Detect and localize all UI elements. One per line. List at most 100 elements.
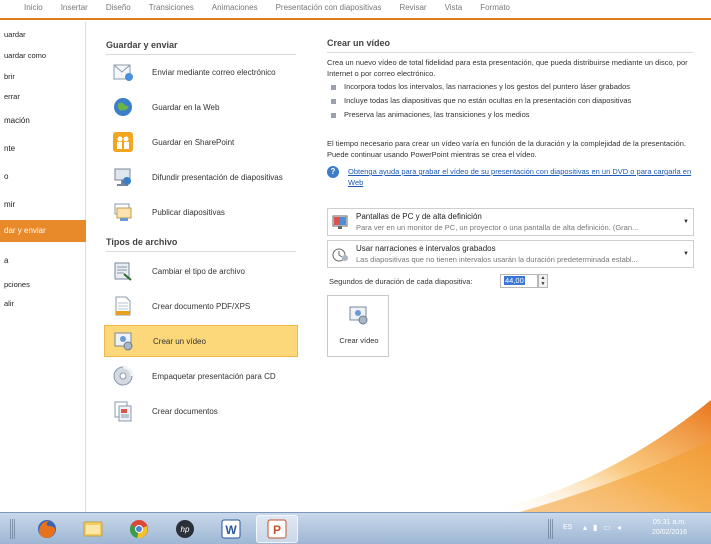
option-create-pdf[interactable]: Crear documento PDF/XPS — [104, 290, 298, 322]
option-label: Cambiar el tipo de archivo — [152, 266, 245, 276]
option-label: Crear un vídeo — [153, 336, 206, 346]
tab-insertar[interactable]: Insertar — [61, 3, 88, 12]
ribbon-tabs: Inicio Insertar Diseño Transiciones Anim… — [24, 3, 594, 12]
video-icon — [348, 304, 370, 326]
divider — [327, 52, 693, 53]
volume-icon[interactable]: ◂ — [617, 523, 621, 532]
menu-guardar-como[interactable]: uardar como — [0, 51, 86, 60]
taskbar: hp W P ES ▴ ▮ ▭ ◂ 05:31 a.m. 20/02/2016 — [0, 512, 711, 544]
tab-diseno[interactable]: Diseño — [106, 3, 131, 12]
svg-text:W: W — [225, 523, 237, 537]
battery-icon[interactable]: ▭ — [603, 523, 611, 532]
menu-ayuda[interactable]: a — [0, 256, 86, 265]
option-change-filetype[interactable]: Cambiar el tipo de archivo — [104, 255, 298, 287]
option-save-sharepoint[interactable]: Guardar en SharePoint — [104, 126, 298, 158]
menu-imprimir[interactable]: mir — [0, 200, 86, 209]
divider — [106, 54, 296, 55]
help-link-text[interactable]: Obtenga ayuda para grabar el vídeo de su… — [348, 166, 693, 188]
option-package-cd[interactable]: Empaquetar presentación para CD — [104, 360, 298, 392]
language-indicator[interactable]: ES — [563, 524, 572, 531]
section-title-guardar-enviar: Guardar y enviar — [106, 40, 178, 50]
bullet-item: Preserva las animaciones, las transicion… — [331, 110, 530, 119]
system-tray: ▴ ▮ ▭ ◂ — [583, 523, 621, 532]
chevron-down-icon: ▼ — [683, 219, 689, 225]
option-label: Difundir presentación de diapositivas — [152, 172, 283, 182]
menu-guardar-y-enviar[interactable]: dar y enviar — [0, 220, 86, 242]
tab-vista[interactable]: Vista — [445, 3, 463, 12]
menu-nuevo[interactable]: o — [0, 172, 86, 181]
firefox-icon[interactable] — [26, 515, 68, 543]
dropdown-title: Usar narraciones e intervalos grabados — [356, 244, 496, 253]
section-title-tipos-archivo: Tipos de archivo — [106, 237, 178, 247]
help-link[interactable]: ? Obtenga ayuda para grabar el vídeo de … — [327, 166, 693, 188]
monitor-icon — [332, 215, 350, 231]
option-create-video[interactable]: Crear un vídeo — [104, 325, 298, 357]
chrome-icon[interactable] — [118, 515, 160, 543]
clock-time: 05:31 a.m. — [652, 519, 687, 526]
option-label: Crear documentos — [152, 406, 218, 416]
duration-spinner[interactable]: ▲ ▼ — [538, 274, 548, 288]
cd-icon — [110, 363, 136, 389]
word-icon[interactable]: W — [210, 515, 252, 543]
network-signal-icon[interactable]: ▮ — [593, 523, 597, 532]
menu-reciente[interactable]: nte — [0, 144, 86, 153]
option-label: Enviar mediante correo electrónico — [152, 67, 276, 77]
tab-revisar[interactable]: Revisar — [399, 3, 426, 12]
option-label: Publicar diapositivas — [152, 207, 225, 217]
chevron-up-icon[interactable]: ▴ — [583, 523, 587, 532]
divider — [106, 251, 296, 252]
tab-inicio[interactable]: Inicio — [24, 3, 43, 12]
change-filetype-icon — [110, 258, 136, 284]
option-send-email[interactable]: Enviar mediante correo electrónico — [104, 56, 298, 88]
create-video-button[interactable]: Crear vídeo — [327, 295, 389, 357]
menu-guardar[interactable]: uardar — [0, 30, 86, 39]
clock-date: 20/02/2016 — [652, 529, 688, 536]
panel-title: Crear un vídeo — [327, 38, 391, 48]
tab-transiciones[interactable]: Transiciones — [149, 3, 194, 12]
chevron-down-icon: ▼ — [683, 251, 689, 257]
option-publish-slides[interactable]: Publicar diapositivas — [104, 196, 298, 228]
bullet-item: Incluye todas las diapositivas que no es… — [331, 96, 631, 105]
tab-formato[interactable]: Formato — [480, 3, 510, 12]
option-label: Empaquetar presentación para CD — [152, 371, 276, 381]
backstage-menu: uardar uardar como brir errar mación nte… — [0, 22, 86, 512]
menu-abrir[interactable]: brir — [0, 72, 86, 81]
panel-intro: Crea un nuevo vídeo de total fidelidad p… — [327, 58, 688, 78]
option-broadcast[interactable]: Difundir presentación de diapositivas — [104, 161, 298, 193]
menu-salir[interactable]: alir — [0, 299, 86, 308]
dropdown-subtitle: Para ver en un monitor de PC, un proyect… — [356, 223, 639, 232]
option-create-documents[interactable]: Crear documentos — [104, 395, 298, 427]
globe-icon — [110, 94, 136, 120]
time-note: El tiempo necesario para crear un vídeo … — [327, 139, 686, 159]
svg-text:P: P — [273, 523, 281, 537]
dropdown-subtitle: Las diapositivas que no tienen intervalo… — [356, 255, 638, 264]
menu-cerrar[interactable]: errar — [0, 92, 86, 101]
video-icon — [111, 328, 137, 354]
tab-presentacion[interactable]: Presentación con diapositivas — [276, 3, 382, 12]
option-label: Guardar en SharePoint — [152, 137, 235, 147]
hp-icon[interactable]: hp — [164, 515, 206, 543]
taskbar-grip — [10, 519, 16, 539]
option-save-web[interactable]: Guardar en la Web — [104, 91, 298, 123]
tab-animaciones[interactable]: Animaciones — [212, 3, 258, 12]
timings-dropdown[interactable]: Usar narraciones e intervalos grabados L… — [327, 240, 694, 268]
option-label: Crear documento PDF/XPS — [152, 301, 251, 311]
quality-dropdown[interactable]: Pantallas de PC y de alta definición Par… — [327, 208, 694, 236]
documents-icon — [110, 398, 136, 424]
menu-informacion[interactable]: mación — [0, 116, 86, 125]
pdf-document-icon — [110, 293, 136, 319]
timings-icon — [332, 247, 350, 263]
svg-text:hp: hp — [181, 525, 190, 534]
duration-label: Segundos de duración de cada diapositiva… — [329, 277, 473, 286]
menu-opciones[interactable]: pciones — [0, 280, 86, 289]
duration-input[interactable]: 44,00 — [500, 274, 538, 288]
email-icon — [110, 59, 136, 85]
powerpoint-icon[interactable]: P — [256, 515, 298, 543]
file-explorer-icon[interactable] — [72, 515, 114, 543]
tray-grip — [548, 519, 554, 539]
clock[interactable]: 05:31 a.m. 20/02/2016 — [652, 518, 687, 538]
broadcast-icon — [110, 164, 136, 190]
option-label: Guardar en la Web — [152, 102, 220, 112]
ribbon-tab-strip: Inicio Insertar Diseño Transiciones Anim… — [0, 0, 711, 20]
help-icon: ? — [327, 166, 339, 178]
